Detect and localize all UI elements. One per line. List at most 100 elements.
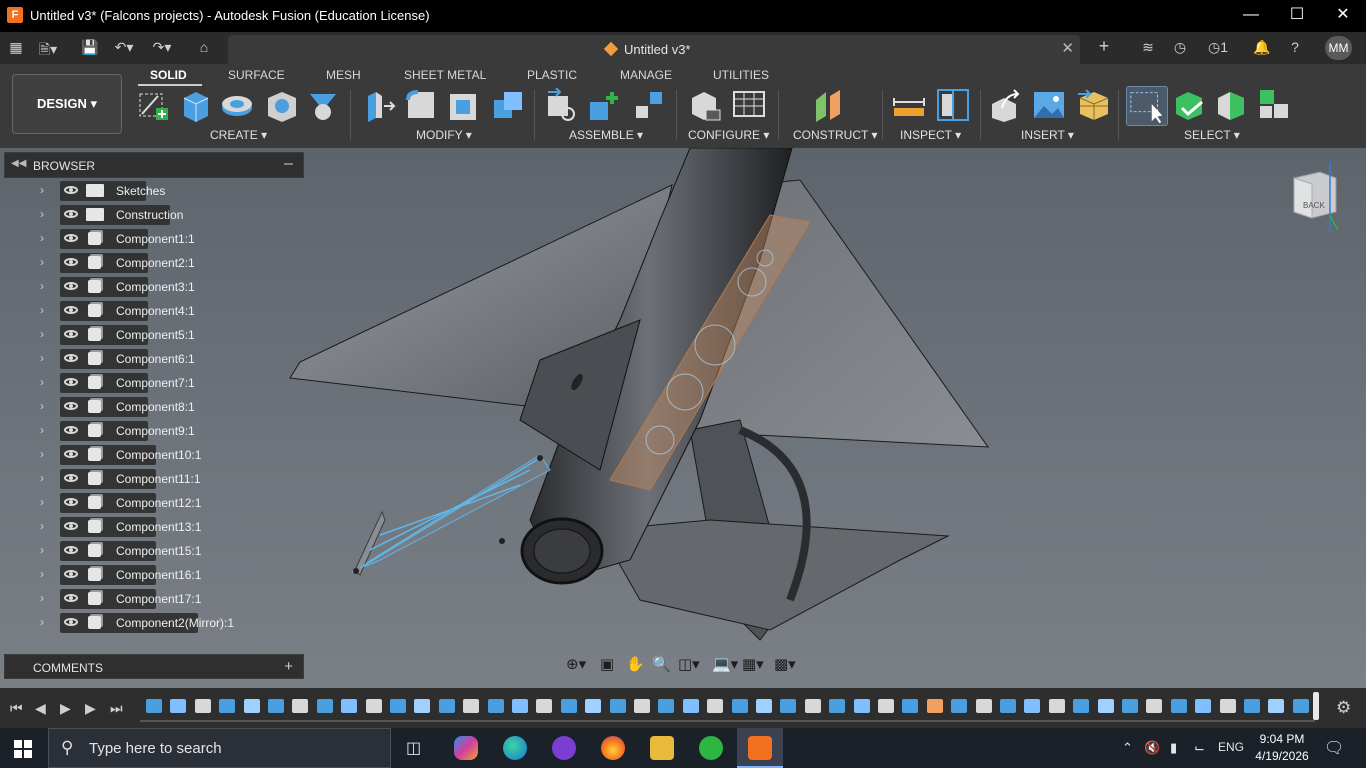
combine-icon[interactable]: [490, 88, 524, 122]
infinity-app-icon[interactable]: [552, 736, 576, 760]
visibility-eye-icon[interactable]: [64, 210, 78, 218]
visibility-eye-icon[interactable]: [64, 282, 78, 290]
timeline-feature-icon[interactable]: [1268, 699, 1285, 713]
as-built-joint-icon[interactable]: [632, 88, 666, 122]
group-select[interactable]: SELECT ▾: [1184, 128, 1240, 142]
tab-utilities[interactable]: UTILITIES: [713, 68, 769, 82]
timeline-feature-icon[interactable]: [1195, 699, 1212, 713]
hole-icon[interactable]: [264, 88, 298, 122]
timeline-feature-icon[interactable]: [316, 699, 333, 713]
insert-mesh-icon[interactable]: [1076, 88, 1110, 122]
browser-item[interactable]: › Component2:1: [4, 252, 304, 274]
timeline-feature-icon[interactable]: [585, 699, 602, 713]
expand-chevron-icon[interactable]: ›: [40, 471, 44, 485]
timeline-feature-icon[interactable]: [1073, 699, 1090, 713]
browser-item[interactable]: › Component3:1: [4, 276, 304, 298]
visibility-eye-icon[interactable]: [64, 522, 78, 530]
group-inspect[interactable]: INSPECT ▾: [900, 128, 961, 142]
window-select-icon[interactable]: [1126, 86, 1168, 126]
browser-item[interactable]: › Component13:1: [4, 516, 304, 538]
timeline-feature-icon[interactable]: [804, 699, 821, 713]
add-comment-icon[interactable]: +: [284, 658, 293, 675]
timeline-feature-icon[interactable]: [1048, 699, 1065, 713]
group-create[interactable]: CREATE ▾: [210, 128, 267, 142]
joint-icon[interactable]: [588, 88, 622, 122]
visibility-eye-icon[interactable]: [64, 186, 78, 194]
file-explorer-icon[interactable]: [650, 736, 674, 760]
expand-chevron-icon[interactable]: ›: [40, 255, 44, 269]
visibility-eye-icon[interactable]: [64, 306, 78, 314]
visibility-eye-icon[interactable]: [64, 378, 78, 386]
timeline-feature-icon[interactable]: [463, 699, 480, 713]
create-sketch-icon[interactable]: [136, 88, 170, 122]
timeline-feature-icon[interactable]: [853, 699, 870, 713]
browser-item[interactable]: › Component16:1: [4, 564, 304, 586]
timeline-feature-icon[interactable]: [658, 699, 675, 713]
browser-item[interactable]: › Component9:1: [4, 420, 304, 442]
browser-item[interactable]: › Component7:1: [4, 372, 304, 394]
selection-filters-icon[interactable]: [1258, 88, 1292, 122]
timeline-feature-icon[interactable]: [1097, 699, 1114, 713]
close-tab-icon[interactable]: ✕: [1061, 39, 1074, 57]
volume-muted-icon[interactable]: 🔇: [1144, 740, 1160, 756]
redo-icon[interactable]: ↷▾: [152, 39, 172, 56]
timeline-feature-icon[interactable]: [731, 699, 748, 713]
shell-icon[interactable]: [446, 88, 480, 122]
timeline-feature-icon[interactable]: [975, 699, 992, 713]
expand-chevron-icon[interactable]: ›: [40, 183, 44, 197]
step-forward-icon[interactable]: ▶: [85, 700, 96, 717]
timeline-feature-icon[interactable]: [219, 699, 236, 713]
new-component-icon[interactable]: [544, 88, 578, 122]
display-settings-icon[interactable]: 💻▾: [712, 655, 738, 673]
expand-chevron-icon[interactable]: ›: [40, 615, 44, 629]
viewports-icon[interactable]: ▩▾: [774, 655, 796, 673]
browser-item[interactable]: › Component17:1: [4, 588, 304, 610]
language-indicator[interactable]: ENG: [1218, 740, 1244, 754]
look-at-icon[interactable]: ▣: [600, 655, 614, 673]
timeline-feature-icon[interactable]: [682, 699, 699, 713]
collapse-browser-icon[interactable]: ◀◀: [11, 158, 26, 169]
timeline-feature-icon[interactable]: [1024, 699, 1041, 713]
wifi-icon[interactable]: ⌙: [1194, 740, 1205, 756]
timeline-feature-icon[interactable]: [829, 699, 846, 713]
workspace-switcher[interactable]: DESIGN ▾: [12, 74, 122, 134]
firefox-icon[interactable]: [601, 736, 625, 760]
save-icon[interactable]: 💾: [80, 39, 100, 56]
expand-chevron-icon[interactable]: ›: [40, 591, 44, 605]
timeline-feature-icon[interactable]: [268, 699, 284, 713]
extrude-icon[interactable]: [178, 88, 212, 122]
timeline-feature-icon[interactable]: [1219, 699, 1236, 713]
tab-solid[interactable]: SOLID: [150, 68, 187, 82]
expand-chevron-icon[interactable]: ›: [40, 543, 44, 557]
timeline-feature-icon[interactable]: [341, 699, 358, 713]
new-tab-icon[interactable]: +: [1094, 36, 1114, 57]
fusion-taskbar-button[interactable]: [737, 728, 783, 768]
browser-item[interactable]: › Component15:1: [4, 540, 304, 562]
timeline-feature-icon[interactable]: [536, 699, 553, 713]
select-through-icon[interactable]: [1172, 88, 1206, 122]
browser-item[interactable]: › Component10:1: [4, 444, 304, 466]
show-hidden-icons[interactable]: ⌃: [1122, 740, 1133, 756]
expand-chevron-icon[interactable]: ›: [40, 519, 44, 533]
step-back-icon[interactable]: ◀: [35, 700, 46, 717]
timeline-feature-icon[interactable]: [707, 699, 724, 713]
extensions-icon[interactable]: ≋: [1138, 39, 1158, 56]
expand-chevron-icon[interactable]: ›: [40, 375, 44, 389]
section-analysis-icon[interactable]: [936, 88, 970, 122]
play-icon[interactable]: ▶: [60, 700, 71, 717]
help-icon[interactable]: ?: [1285, 39, 1305, 55]
visibility-eye-icon[interactable]: [64, 570, 78, 578]
browser-item[interactable]: › Component12:1: [4, 492, 304, 514]
revolve-icon[interactable]: [220, 88, 254, 122]
timeline-feature-icon[interactable]: [780, 699, 797, 713]
tab-surface[interactable]: SURFACE: [228, 68, 285, 82]
visibility-eye-icon[interactable]: [64, 450, 78, 458]
visibility-eye-icon[interactable]: [64, 426, 78, 434]
expand-chevron-icon[interactable]: ›: [40, 231, 44, 245]
orbit-icon[interactable]: ⊕▾: [566, 655, 586, 673]
pattern-icon[interactable]: [306, 88, 340, 122]
tab-mesh[interactable]: MESH: [326, 68, 361, 82]
copilot-icon[interactable]: [454, 736, 478, 760]
press-pull-icon[interactable]: [362, 88, 396, 122]
browser-item[interactable]: › Construction: [4, 204, 304, 226]
